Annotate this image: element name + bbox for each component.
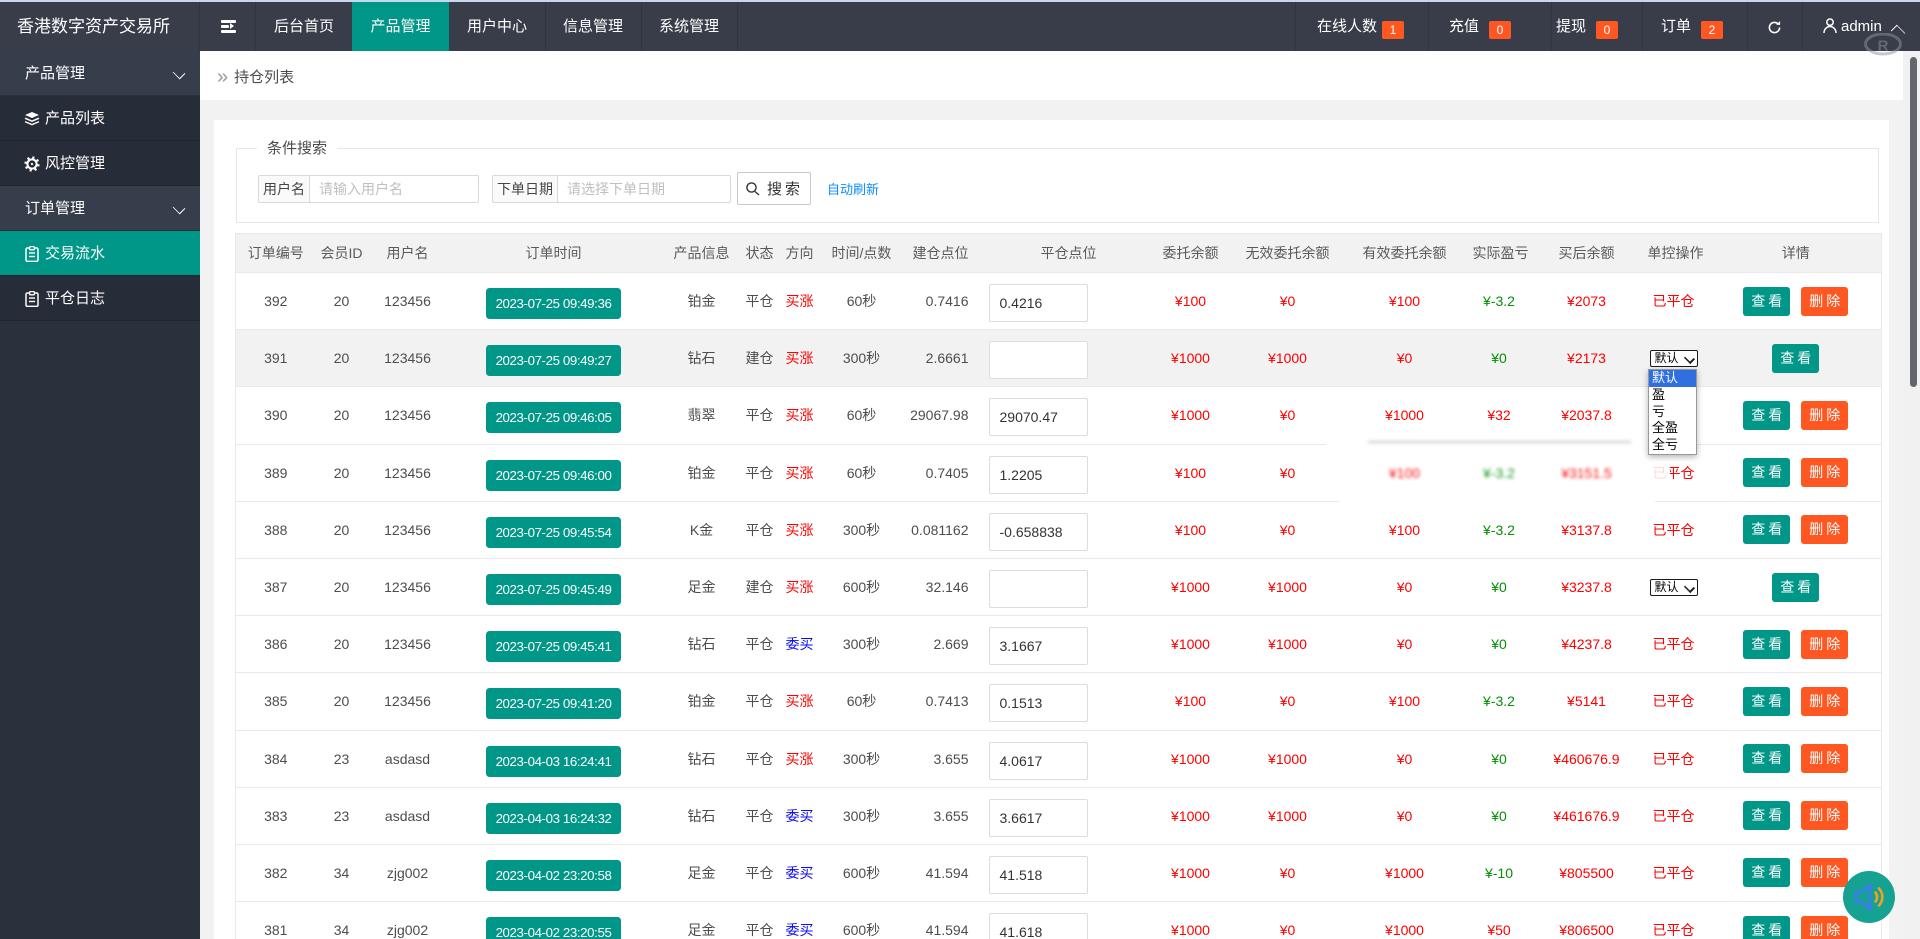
svg-text:R: R [1878,38,1889,55]
